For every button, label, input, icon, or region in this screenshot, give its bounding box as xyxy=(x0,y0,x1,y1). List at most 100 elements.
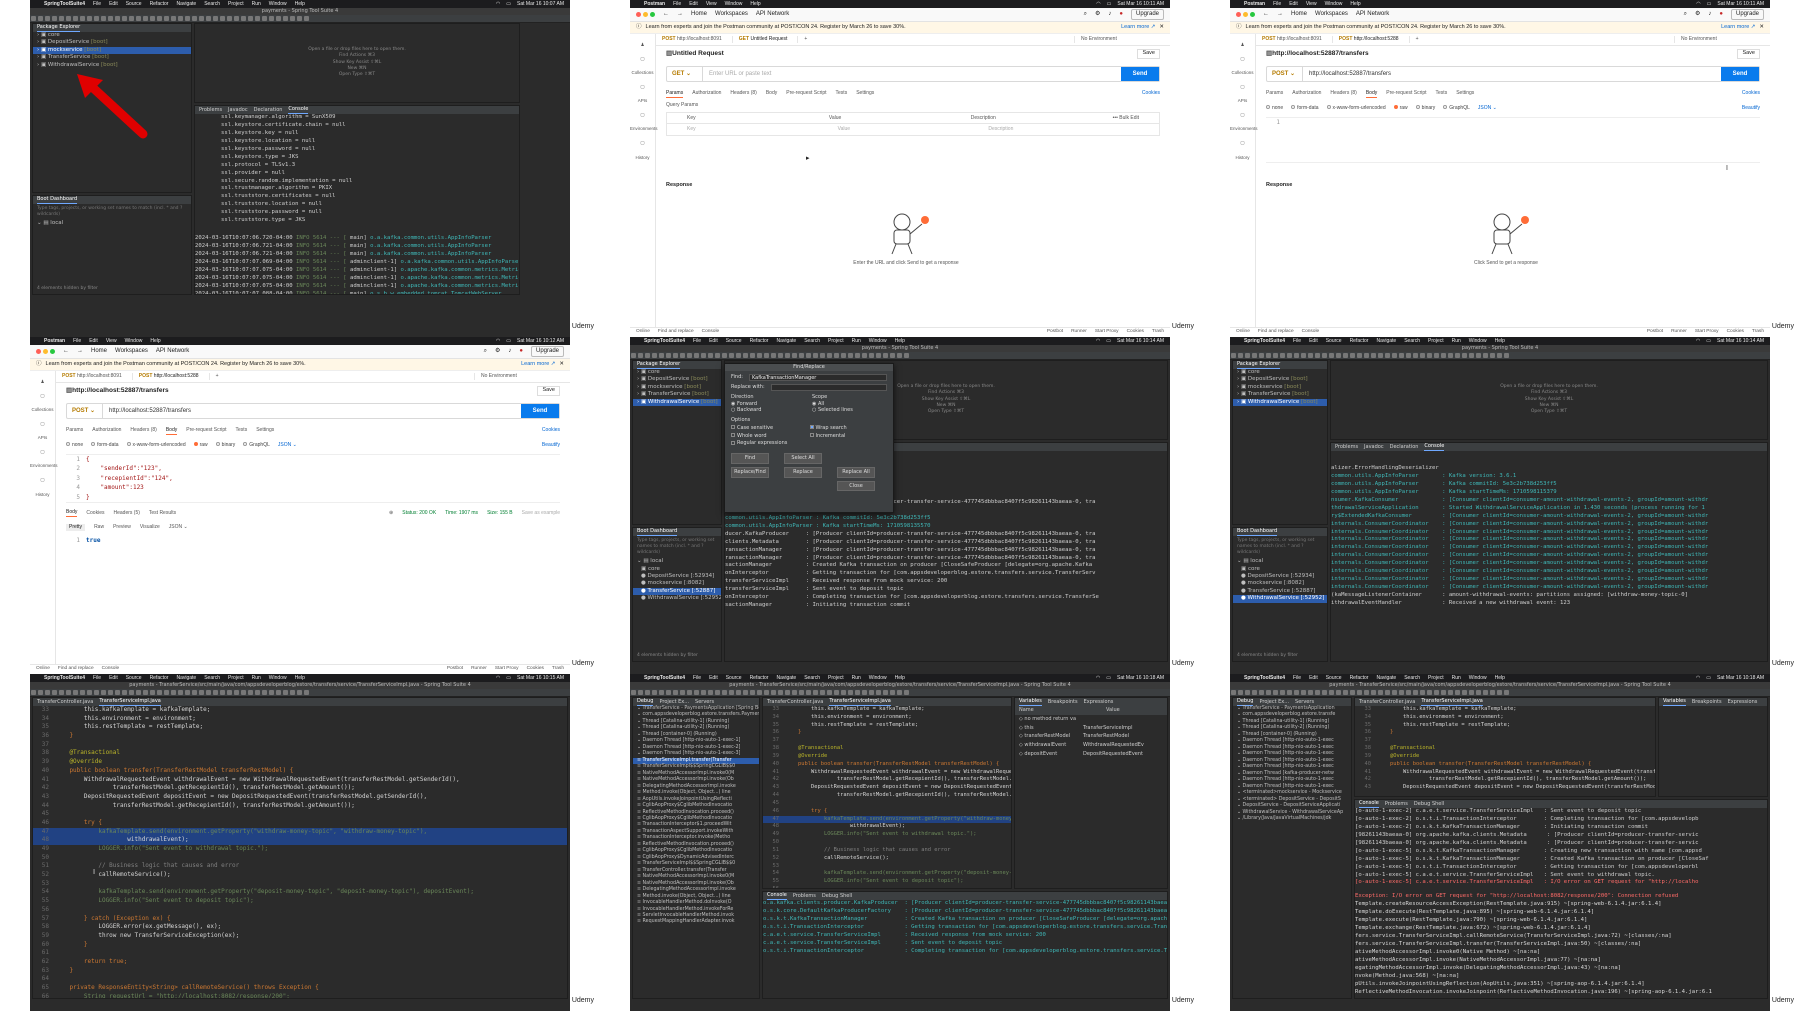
toolbar-icon[interactable] xyxy=(841,690,846,695)
response-tab[interactable]: Test Results xyxy=(149,510,176,517)
toolbar-icon[interactable] xyxy=(1434,690,1439,695)
toolbar-icon[interactable] xyxy=(101,690,106,695)
toolbar-icon[interactable] xyxy=(115,16,120,21)
menu-item-file[interactable]: File xyxy=(673,1,681,8)
sidebar-apis[interactable]: ▢ APIs xyxy=(30,421,55,441)
menu-item-window[interactable]: Window xyxy=(1325,1,1343,8)
toolbar-icon[interactable] xyxy=(1273,353,1278,358)
console-tab[interactable]: Problems xyxy=(793,893,816,900)
toolbar-icon[interactable] xyxy=(87,16,92,21)
dialog-button-find[interactable]: Find xyxy=(731,453,769,464)
toolbar-icon[interactable] xyxy=(199,16,204,21)
toolbar-icon[interactable] xyxy=(855,690,860,695)
toolbar-icon[interactable] xyxy=(1434,353,1439,358)
toolbar-icon[interactable] xyxy=(1252,353,1257,358)
debug-tab[interactable]: Servers xyxy=(1295,699,1314,706)
debug-tab[interactable]: Project Ex... xyxy=(659,699,689,706)
format-select[interactable]: JSON ⌄ xyxy=(169,524,188,531)
toolbar-icon[interactable] xyxy=(904,690,909,695)
user-icon[interactable]: ♟ xyxy=(630,42,655,48)
toolbar-icon[interactable] xyxy=(792,353,797,358)
body-editor[interactable]: 1{2 "senderId":"123", 3 "recepientId":"12… xyxy=(66,453,560,504)
view-mode-pretty[interactable]: Pretty xyxy=(66,524,86,531)
subtab-body[interactable]: Body xyxy=(1365,90,1378,98)
console-tab[interactable]: Problems xyxy=(1335,444,1358,451)
toolbar-icon[interactable] xyxy=(1287,353,1292,358)
menu-app-name[interactable]: SpringToolSuite4 xyxy=(1244,338,1285,345)
method-select[interactable]: POST ⌄ xyxy=(67,404,103,418)
toolbar-icon[interactable] xyxy=(136,16,141,21)
search-icon[interactable]: ⌕ xyxy=(1684,10,1687,18)
toolbar-icon[interactable] xyxy=(206,690,211,695)
toolbar-icon[interactable] xyxy=(1329,353,1334,358)
toolbar-icon[interactable] xyxy=(80,16,85,21)
nav-home[interactable]: Home xyxy=(691,10,707,18)
toolbar-icon[interactable] xyxy=(638,690,643,695)
toolbar-icon[interactable] xyxy=(722,690,727,695)
scope-all-radio[interactable]: ◉ All xyxy=(812,401,887,408)
menu-item-file[interactable]: File xyxy=(693,675,701,682)
toolbar-icon[interactable] xyxy=(59,16,64,21)
status-postbot[interactable]: Postbot xyxy=(447,666,463,672)
subtab-pre-request[interactable]: Pre-request Script xyxy=(786,90,826,98)
toolbar-icon[interactable] xyxy=(1329,690,1334,695)
project-item-transferservice[interactable]: › ▣ TransferService [boot] xyxy=(633,391,721,398)
menu-item-help[interactable]: Help xyxy=(895,675,905,682)
nav-api-network[interactable]: API Network xyxy=(1356,10,1389,18)
toolbar-icon[interactable] xyxy=(1392,353,1397,358)
toolbar-icon[interactable] xyxy=(1322,353,1327,358)
request-tab-active[interactable]: POST http://localhost:5288 xyxy=(1339,36,1410,43)
project-item-depositservice[interactable]: › ▣ DepositService [boot] xyxy=(633,376,721,383)
menu-app-name[interactable]: SpringToolSuite4 xyxy=(44,675,85,682)
toolbar-icon[interactable] xyxy=(269,690,274,695)
toolbar-icon[interactable] xyxy=(1392,690,1397,695)
dialog-button-replace-find[interactable]: Replace/Find xyxy=(731,466,769,478)
menu-item-search[interactable]: Search xyxy=(204,1,220,8)
toolbar-icon[interactable] xyxy=(115,690,120,695)
body-type-form-data[interactable]: form-data xyxy=(91,442,119,449)
boot-dashboard-tab[interactable]: Boot Dashboard xyxy=(1237,528,1278,536)
menu-item-edit[interactable]: Edit xyxy=(89,338,98,345)
code-editor[interactable]: 33 this.kafkaTemplate = kafkaTemplate; 34… xyxy=(33,706,567,998)
variable-row[interactable]: ◇ no method return va xyxy=(1015,715,1167,724)
toolbar-icon[interactable] xyxy=(290,16,295,21)
toolbar-icon[interactable] xyxy=(736,353,741,358)
menu-item-help[interactable]: Help xyxy=(150,338,160,345)
method-select[interactable]: GET ⌄ xyxy=(667,67,703,81)
selected-lines-radio[interactable]: ○ Selected lines xyxy=(812,407,887,414)
project-item-transferservice[interactable]: › ▣ TransferService [boot] xyxy=(1233,391,1327,398)
subtab-tests[interactable]: Tests xyxy=(836,90,848,98)
menu-item-run[interactable]: Run xyxy=(852,338,861,345)
toolbar-icon[interactable] xyxy=(213,690,218,695)
boot-local[interactable]: ⌄ ▤ local xyxy=(633,558,721,565)
toolbar-icon[interactable] xyxy=(227,16,232,21)
avatar[interactable]: ● xyxy=(519,347,523,355)
option-incremental[interactable]: Incremental xyxy=(809,433,888,440)
menu-item-navigate[interactable]: Navigate xyxy=(1376,338,1396,345)
toolbar-icon[interactable] xyxy=(1259,353,1264,358)
toolbar-icon[interactable] xyxy=(820,353,825,358)
project-item-core[interactable]: › ▣ core xyxy=(633,369,721,376)
toolbar-icon[interactable] xyxy=(262,16,267,21)
debug-tab[interactable]: Debug xyxy=(637,698,654,706)
menu-item-navigate[interactable]: Navigate xyxy=(176,675,196,682)
status-find-and-replace[interactable]: Find and replace xyxy=(658,329,694,335)
toolbar-icon[interactable] xyxy=(94,690,99,695)
toolbar-icon[interactable] xyxy=(792,690,797,695)
back-icon[interactable]: ← xyxy=(1263,10,1269,18)
toolbar-icon[interactable] xyxy=(757,353,762,358)
view-mode-raw[interactable]: Raw xyxy=(94,524,104,531)
toolbar-icon[interactable] xyxy=(129,690,134,695)
toolbar-icon[interactable] xyxy=(1315,353,1320,358)
forward-radio[interactable]: ◉ Forward xyxy=(731,401,806,408)
menu-item-window[interactable]: Window xyxy=(725,1,743,8)
toolbar-icon[interactable] xyxy=(848,353,853,358)
toolbar-icon[interactable] xyxy=(1406,353,1411,358)
toolbar-icon[interactable] xyxy=(897,690,902,695)
toolbar-icon[interactable] xyxy=(248,690,253,695)
toolbar-icon[interactable] xyxy=(171,16,176,21)
subtab-params[interactable]: Params xyxy=(666,90,684,98)
sidebar-collections[interactable]: ▢ Collections xyxy=(30,393,55,413)
json-select[interactable]: JSON ⌄ xyxy=(1478,105,1497,112)
toolbar-icon[interactable] xyxy=(645,353,650,358)
